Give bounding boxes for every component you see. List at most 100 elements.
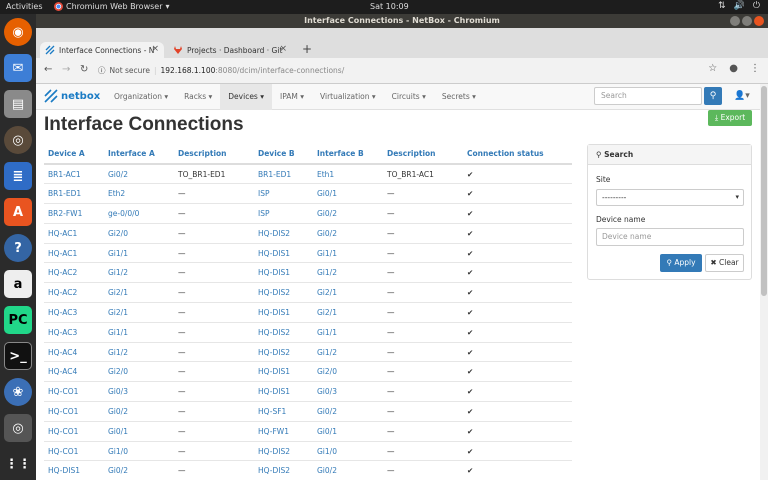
cell-link-device-a[interactable]: HQ-CO1 [44, 420, 104, 442]
info-icon[interactable]: ⓘ [98, 63, 106, 79]
cell-link-interface-b[interactable]: Gi0/3 [313, 381, 383, 402]
cell-link-device-a[interactable]: BR2-FW1 [44, 203, 104, 224]
cell-link-interface-a[interactable]: Gi1/2 [104, 341, 174, 362]
cell-link-interface-a[interactable]: Gi0/2 [104, 163, 174, 184]
cell-link-interface-b[interactable]: Gi0/2 [313, 401, 383, 422]
col-interface-b[interactable]: Interface B [313, 144, 383, 165]
global-search-input[interactable]: Search [594, 87, 702, 105]
maximize-button[interactable] [742, 16, 752, 26]
cell-link-device-a[interactable]: HQ-AC4 [44, 361, 104, 382]
cell-link-device-b[interactable]: HQ-DIS2 [254, 321, 313, 343]
cell-link-interface-a[interactable]: Gi0/2 [104, 401, 174, 422]
cell-link-interface-b[interactable]: Gi1/2 [313, 341, 383, 362]
cell-link-device-a[interactable]: HQ-AC1 [44, 222, 104, 244]
menu-secrets[interactable]: Secrets ▾ [434, 84, 484, 110]
cell-link-device-b[interactable]: HQ-DIS2 [254, 282, 313, 303]
cell-link-device-b[interactable]: HQ-DIS1 [254, 262, 313, 283]
cell-link-interface-b[interactable]: Gi2/0 [313, 361, 383, 382]
netbox-logo[interactable]: netbox [44, 89, 100, 103]
app-menu[interactable]: Chromium Web Browser ▾ [54, 2, 170, 11]
cell-link-interface-a[interactable]: Gi0/1 [104, 420, 174, 442]
cell-link-interface-b[interactable]: Gi1/0 [313, 440, 383, 461]
reload-icon[interactable]: ↻ [80, 64, 88, 75]
menu-devices[interactable]: Devices ▾ [220, 84, 272, 110]
close-window-button[interactable] [754, 16, 764, 26]
menu-kebab-icon[interactable]: ⋮ [750, 63, 760, 74]
cell-link-interface-a[interactable]: Gi0/2 [104, 460, 174, 480]
scrollbar-thumb[interactable] [761, 86, 767, 296]
new-tab-button[interactable]: + [302, 42, 312, 56]
page-scrollbar[interactable] [760, 84, 768, 480]
cell-link-device-b[interactable]: HQ-DIS1 [254, 242, 313, 263]
close-tab-icon[interactable]: × [279, 44, 287, 54]
system-tray[interactable]: ⇅ 🔊 ⏻ [718, 1, 760, 11]
back-icon[interactable]: ← [44, 64, 52, 75]
cell-link-device-a[interactable]: HQ-AC3 [44, 321, 104, 343]
tab-interface-connections[interactable]: Interface Connections - N × [40, 42, 164, 58]
cell-link-interface-a[interactable]: Gi2/0 [104, 361, 174, 382]
cell-link-device-b[interactable]: HQ-SF1 [254, 401, 313, 422]
close-tab-icon[interactable]: × [151, 44, 159, 54]
cell-link-device-a[interactable]: HQ-AC3 [44, 302, 104, 323]
cell-link-interface-b[interactable]: Gi0/2 [313, 203, 383, 224]
menu-circuits[interactable]: Circuits ▾ [384, 84, 434, 110]
thunderbird-icon[interactable]: ✉ [4, 54, 32, 82]
cell-link-device-a[interactable]: HQ-AC1 [44, 242, 104, 263]
user-menu[interactable]: 👤▾ [734, 91, 750, 101]
menu-organization[interactable]: Organization ▾ [106, 84, 176, 110]
device-name-input[interactable]: Device name [596, 228, 744, 246]
pycharm-icon[interactable]: PC [4, 306, 32, 334]
cell-link-interface-b[interactable]: Gi0/1 [313, 420, 383, 442]
cell-link-interface-a[interactable]: Gi0/3 [104, 381, 174, 402]
cell-link-interface-a[interactable]: Gi1/2 [104, 262, 174, 283]
cell-link-interface-b[interactable]: Gi1/1 [313, 242, 383, 263]
export-button[interactable]: ⤓ Export [708, 110, 752, 126]
chromium-dock-icon[interactable]: ◎ [4, 414, 32, 442]
cell-link-interface-b[interactable]: Gi2/1 [313, 302, 383, 323]
cell-link-device-b[interactable]: HQ-DIS2 [254, 440, 313, 461]
cell-link-device-a[interactable]: BR1-AC1 [44, 163, 104, 184]
cell-link-device-b[interactable]: HQ-DIS2 [254, 341, 313, 362]
firefox-icon[interactable]: ◉ [4, 18, 32, 46]
show-applications-icon[interactable]: ⋮⋮ [4, 450, 32, 478]
tab-projects-dashboard[interactable]: Projects · Dashboard · Git × [168, 42, 292, 58]
cell-link-interface-a[interactable]: Gi1/0 [104, 440, 174, 461]
profile-icon[interactable]: ● [729, 63, 738, 74]
cell-link-device-a[interactable]: BR1-ED1 [44, 183, 104, 204]
clock[interactable]: Sat 10:09 [370, 2, 409, 11]
terminal-icon[interactable]: >_ [4, 342, 32, 370]
cell-link-interface-b[interactable]: Eth1 [313, 163, 383, 184]
cell-link-device-b[interactable]: ISP [254, 183, 313, 204]
menu-ipam[interactable]: IPAM ▾ [272, 84, 312, 110]
minimize-button[interactable] [730, 16, 740, 26]
col-device-b[interactable]: Device B [254, 144, 313, 165]
cell-link-interface-b[interactable]: Gi1/1 [313, 321, 383, 343]
cell-link-interface-a[interactable]: Gi2/0 [104, 222, 174, 244]
forward-icon[interactable]: → [62, 64, 70, 75]
cell-link-interface-a[interactable]: Gi2/1 [104, 282, 174, 303]
cell-link-device-b[interactable]: HQ-DIS2 [254, 460, 313, 480]
cell-link-device-a[interactable]: HQ-CO1 [44, 401, 104, 422]
libreoffice-writer-icon[interactable]: ≣ [4, 162, 32, 190]
cell-link-device-b[interactable]: HQ-DIS2 [254, 222, 313, 244]
col-device-a[interactable]: Device A [44, 144, 104, 165]
cell-link-device-b[interactable]: HQ-FW1 [254, 420, 313, 442]
cell-link-device-b[interactable]: HQ-DIS1 [254, 361, 313, 382]
cell-link-interface-a[interactable]: Eth2 [104, 183, 174, 204]
cell-link-interface-b[interactable]: Gi0/2 [313, 460, 383, 480]
col-description-a[interactable]: Description [174, 144, 254, 165]
cell-link-device-a[interactable]: HQ-AC2 [44, 262, 104, 283]
cell-link-device-b[interactable]: BR1-ED1 [254, 163, 313, 184]
col-interface-a[interactable]: Interface A [104, 144, 174, 165]
cell-link-interface-a[interactable]: Gi2/1 [104, 302, 174, 323]
cell-link-device-b[interactable]: HQ-DIS1 [254, 381, 313, 402]
rhythmbox-icon[interactable]: ◎ [4, 126, 32, 154]
bookmark-star-icon[interactable]: ☆ [708, 63, 717, 74]
clear-button[interactable]: ✖ Clear [705, 254, 744, 272]
apply-button[interactable]: ⚲ Apply [660, 254, 702, 272]
cell-link-device-a[interactable]: HQ-CO1 [44, 440, 104, 461]
software-center-icon[interactable]: A [4, 198, 32, 226]
cell-link-interface-b[interactable]: Gi0/2 [313, 222, 383, 244]
activities-button[interactable]: Activities [6, 2, 43, 11]
cell-link-device-a[interactable]: HQ-AC2 [44, 282, 104, 303]
